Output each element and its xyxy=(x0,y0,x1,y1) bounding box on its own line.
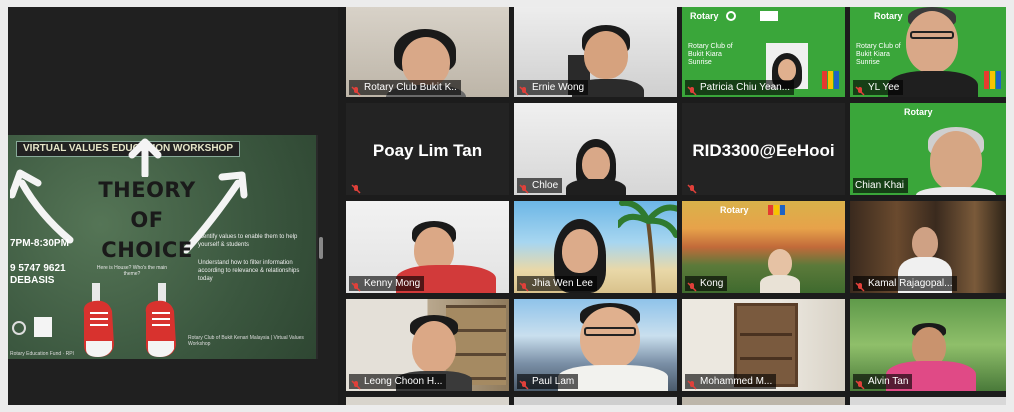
participant-nametag: YL Yee xyxy=(853,80,904,96)
slide-phone: 9 5747 9621 DEBASIS xyxy=(10,263,66,286)
participant-tile[interactable]: Rotary Club Bukit K... xyxy=(346,7,509,97)
glasses-icon xyxy=(910,31,954,39)
cabinet-shelf xyxy=(740,333,792,336)
slide-title-line-1: THEORY xyxy=(98,178,196,202)
participant-name: Kong xyxy=(700,278,724,289)
participant-display-name: RID3300@EeHooi xyxy=(692,141,835,160)
arrow-left-icon xyxy=(10,169,74,244)
window-frame-bottom xyxy=(0,405,1014,412)
slide-bullet: Understand how to filter information acc… xyxy=(198,260,300,282)
arrow-up-icon xyxy=(128,138,162,177)
participant-tile[interactable]: RID3300@EeHooi xyxy=(682,103,845,195)
cabinet-shelf xyxy=(740,357,792,360)
participant-tile[interactable]: Ernie Wong xyxy=(514,7,677,97)
participant-nametag: Kenny Mong xyxy=(349,276,425,292)
participant-tile[interactable]: Kamal Rajagopal... xyxy=(850,201,1006,293)
participant-name: Leong Choon H... xyxy=(364,376,443,387)
mic-muted-icon xyxy=(855,377,865,390)
participant-nametag: Kong xyxy=(685,276,728,292)
shared-slide: VIRTUAL VALUES EDUCATION WORKSHOP THEORY… xyxy=(8,135,318,359)
mic-muted-icon xyxy=(519,279,529,292)
participant-tile[interactable]: Chloe xyxy=(514,103,677,195)
window-frame-left xyxy=(0,0,8,412)
participant-nametag: Rotary Club Bukit K... xyxy=(349,80,461,96)
participant-tile[interactable]: Rotary Kong xyxy=(682,201,845,293)
participant-nametag: Chloe xyxy=(517,178,563,194)
mic-muted-icon xyxy=(687,181,697,194)
participant-name: Rotary Club Bukit K... xyxy=(364,82,457,93)
glasses-icon xyxy=(584,327,636,336)
participant-nametag: Paul Lam xyxy=(517,374,579,390)
rotary-seal-icon xyxy=(12,321,26,335)
participant-name: Kenny Mong xyxy=(364,278,421,289)
participant-nametag xyxy=(349,178,365,194)
participant-name: Chloe xyxy=(532,180,559,191)
slide-title-line-2: OF xyxy=(130,208,164,232)
sneakers-image xyxy=(83,283,176,357)
participant-tile[interactable]: Poay Lim Tan xyxy=(346,103,509,195)
participant-tile[interactable]: Rotary Rotary Club of Bukit Kiara Sunris… xyxy=(682,7,845,97)
participant-nametag: Ernie Wong xyxy=(517,80,589,96)
mic-muted-icon xyxy=(855,279,865,292)
participant-name: Alvin Tan xyxy=(868,376,909,387)
window-frame-right xyxy=(1006,0,1014,412)
participant-name: Paul Lam xyxy=(532,376,575,387)
participant-tile-active-speaker[interactable]: Rotary Rotary Club of Bukit Kiara Sunris… xyxy=(850,7,1006,97)
participant-name: Mohammed M... xyxy=(700,376,773,387)
participant-tile[interactable]: Jhia Wen Lee xyxy=(514,201,677,293)
participant-name: Jhia Wen Lee xyxy=(532,278,593,289)
mic-muted-icon xyxy=(351,279,361,292)
participant-name: Kamal Rajagopal... xyxy=(868,278,953,289)
participant-tile-partial[interactable] xyxy=(850,397,1006,405)
color-bars-icon xyxy=(822,71,839,89)
participant-name: Chian Khai xyxy=(855,180,904,191)
participant-tile[interactable]: Rotary Chian Khai xyxy=(850,103,1006,195)
slide-subtitle: Here is House? Who's the main theme? xyxy=(96,265,168,277)
participant-tile[interactable]: Paul Lam xyxy=(514,299,677,391)
mic-muted-icon xyxy=(687,377,697,390)
mic-muted-icon xyxy=(519,181,529,194)
participant-display-name: Poay Lim Tan xyxy=(372,141,483,160)
participant-name: YL Yee xyxy=(868,82,900,93)
sponsor-logo-icon xyxy=(34,317,52,337)
participant-nametag: Jhia Wen Lee xyxy=(517,276,597,292)
participant-tile[interactable]: Alvin Tan xyxy=(850,299,1006,391)
window-frame-top xyxy=(0,0,1014,7)
participant-nametag: Alvin Tan xyxy=(853,374,913,390)
slide-credits: Rotary Club of Bukit Kenari Malaysia | V… xyxy=(188,335,304,347)
share-resize-handle[interactable] xyxy=(319,237,323,259)
slide-footer: Rotary Education Fund · RPI xyxy=(10,351,74,357)
mic-muted-icon xyxy=(855,83,865,96)
slide-bullet: Identify values to enable them to help y… xyxy=(198,234,298,248)
zoom-meeting-window: VIRTUAL VALUES EDUCATION WORKSHOP THEORY… xyxy=(8,7,1006,405)
mic-muted-icon xyxy=(687,83,697,96)
participant-nametag: Patricia Chiu Yean... xyxy=(685,80,795,96)
participant-nametag: Leong Choon H... xyxy=(349,374,447,390)
mic-muted-icon xyxy=(519,377,529,390)
participant-name: Ernie Wong xyxy=(532,82,585,93)
participant-tile[interactable]: Leong Choon H... xyxy=(346,299,509,391)
participant-tile-partial[interactable] xyxy=(514,397,677,405)
participant-nametag xyxy=(685,178,701,194)
participant-nametag: Kamal Rajagopal... xyxy=(853,276,957,292)
participant-nametag: Chian Khai xyxy=(853,178,908,193)
participant-tile[interactable]: Kenny Mong xyxy=(346,201,509,293)
slide-time: 7PM-8:30PM xyxy=(10,238,69,249)
mic-muted-icon xyxy=(687,279,697,292)
participant-tile-partial[interactable] xyxy=(682,397,845,405)
slide-bullets: Identify values to enable them to help y… xyxy=(198,233,308,293)
color-bars-icon xyxy=(984,71,1001,89)
participant-tile[interactable]: Mohammed M... xyxy=(682,299,845,391)
participant-tile-partial[interactable] xyxy=(346,397,509,405)
mic-muted-icon xyxy=(351,181,361,194)
participant-nametag: Mohammed M... xyxy=(685,374,777,390)
shared-screen-panel[interactable]: VIRTUAL VALUES EDUCATION WORKSHOP THEORY… xyxy=(8,7,338,405)
mic-muted-icon xyxy=(351,83,361,96)
mic-muted-icon xyxy=(351,377,361,390)
mic-muted-icon xyxy=(519,83,529,96)
participant-name: Patricia Chiu Yean... xyxy=(700,82,791,93)
